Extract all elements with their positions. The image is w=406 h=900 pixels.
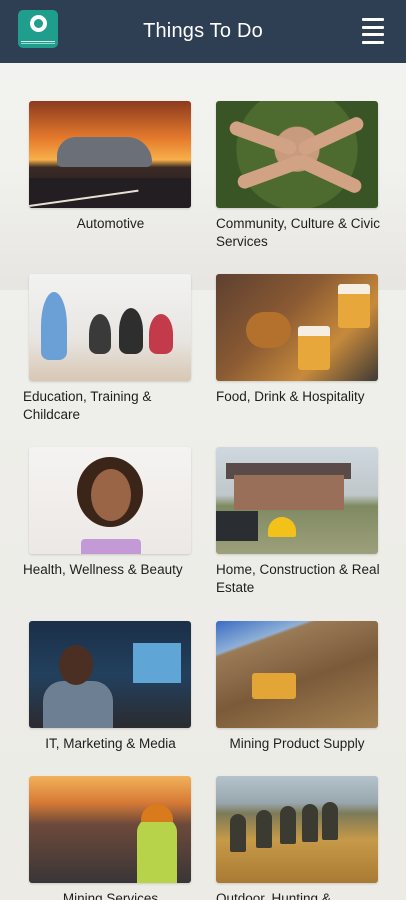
mining-supply-image xyxy=(216,621,378,728)
food-image xyxy=(216,274,378,381)
education-image xyxy=(29,274,191,381)
category-card-community[interactable]: Community, Culture & Civic Services xyxy=(216,101,391,251)
category-card-education[interactable]: Education, Training & Childcare xyxy=(23,274,198,424)
health-image xyxy=(29,447,191,554)
category-label: Home, Construction & Real Estate xyxy=(216,562,380,595)
category-label: Food, Drink & Hospitality xyxy=(216,389,365,404)
category-card-outdoor[interactable]: Outdoor, Hunting & xyxy=(216,776,391,900)
category-label: Community, Culture & Civic Services xyxy=(216,216,381,249)
outdoor-image xyxy=(216,776,378,883)
category-label: Mining Services xyxy=(62,891,159,900)
category-card-automotive[interactable]: Automotive xyxy=(23,101,198,233)
category-label: Health, Wellness & Beauty xyxy=(23,562,183,577)
category-card-mining-services[interactable]: Mining Services xyxy=(23,776,198,900)
category-card-home[interactable]: Home, Construction & Real Estate xyxy=(216,447,391,597)
category-grid: Automotive Community, Culture & Civic Se… xyxy=(0,0,406,900)
category-label: Automotive xyxy=(76,216,145,231)
category-card-mining-supply[interactable]: Mining Product Supply xyxy=(216,621,391,753)
category-card-food[interactable]: Food, Drink & Hospitality xyxy=(216,274,391,406)
it-image xyxy=(29,621,191,728)
category-label: Mining Product Supply xyxy=(229,736,365,751)
category-card-it[interactable]: IT, Marketing & Media xyxy=(23,621,198,753)
category-card-health[interactable]: Health, Wellness & Beauty xyxy=(23,447,198,579)
automotive-image xyxy=(29,101,191,208)
community-image xyxy=(216,101,378,208)
home-image xyxy=(216,447,378,554)
category-label: Outdoor, Hunting & xyxy=(216,891,331,900)
mining-services-image xyxy=(29,776,191,883)
category-label: Education, Training & Childcare xyxy=(23,389,152,422)
category-label: IT, Marketing & Media xyxy=(45,736,176,751)
